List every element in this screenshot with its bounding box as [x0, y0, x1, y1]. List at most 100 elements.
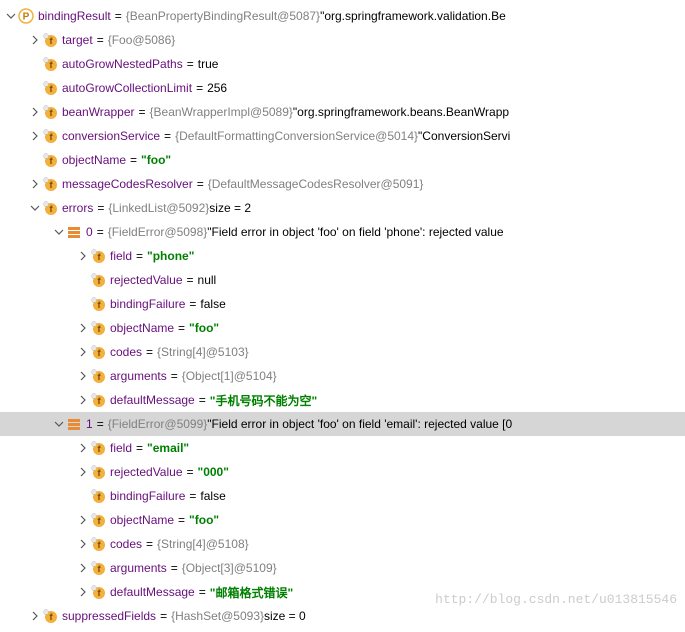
arrow-spacer	[28, 81, 42, 95]
equals-sign: =	[97, 225, 104, 239]
element-icon	[66, 224, 82, 240]
value: null	[198, 273, 217, 287]
equals-sign: =	[178, 513, 185, 527]
value: "Field error in object 'foo' on field 'e…	[207, 417, 512, 431]
tree-row[interactable]: f arguments = {Object[1]@5104}	[0, 364, 685, 388]
expand-arrow-icon[interactable]	[28, 177, 42, 191]
tree-row[interactable]: fbindingFailure= false	[0, 292, 685, 316]
tree-row[interactable]: fconversionService={DefaultFormattingCon…	[0, 124, 685, 148]
expand-arrow-icon[interactable]	[76, 369, 90, 383]
equals-sign: =	[130, 153, 137, 167]
tree-row[interactable]: 1={FieldError@5099} "Field error in obje…	[0, 412, 685, 436]
variable-name: field	[110, 249, 132, 263]
equals-sign: =	[196, 81, 203, 95]
indent-spacer	[0, 400, 76, 401]
tree-row[interactable]: farguments={Object[3]@5109}	[0, 556, 685, 580]
indent-spacer	[0, 616, 28, 617]
tree-row[interactable]: fbeanWrapper={BeanWrapperImpl@5089} "org…	[0, 100, 685, 124]
tree-row[interactable]: fobjectName= "foo"	[0, 316, 685, 340]
variable-name: errors	[62, 201, 93, 215]
type-info: {Foo@5086}	[108, 33, 176, 47]
equals-sign: =	[187, 273, 194, 287]
tree-row[interactable]: fsuppressedFields={HashSet@5093} size = …	[0, 604, 685, 628]
tree-row[interactable]: fmessageCodesResolver={DefaultMessageCod…	[0, 172, 685, 196]
expand-arrow-icon[interactable]	[76, 513, 90, 527]
field-icon: f	[42, 128, 58, 144]
tree-row[interactable]: ferrors={LinkedList@5092} size = 2	[0, 196, 685, 220]
expand-arrow-icon[interactable]	[76, 321, 90, 335]
variable-name: codes	[110, 537, 142, 551]
string-value: "email"	[147, 441, 189, 455]
tree-row[interactable]: ffield= "phone"	[0, 244, 685, 268]
tree-row[interactable]: fautoGrowNestedPaths= true	[0, 52, 685, 76]
expand-arrow-icon[interactable]	[76, 585, 90, 599]
variable-name: rejectedValue	[110, 273, 183, 287]
variable-name: defaultMessage	[110, 585, 195, 599]
tree-row[interactable]: fbindingFailure= false	[0, 484, 685, 508]
expand-arrow-icon[interactable]	[76, 561, 90, 575]
equals-sign: =	[164, 129, 171, 143]
variable-name: codes	[110, 345, 142, 359]
tree-row[interactable]: frejectedValue= null	[0, 268, 685, 292]
tree-row[interactable]: fdefaultMessage= "邮箱格式错误"	[0, 580, 685, 604]
tree-row[interactable]: fdefaultMessage= "手机号码不能为空"	[0, 388, 685, 412]
collapse-arrow-icon[interactable]	[52, 225, 66, 239]
tree-row[interactable]: fautoGrowCollectionLimit= 256	[0, 76, 685, 100]
collapse-arrow-icon[interactable]	[52, 417, 66, 431]
tree-row[interactable]: fobjectName= "foo"	[0, 148, 685, 172]
svg-text:P: P	[23, 12, 30, 23]
indent-spacer	[0, 136, 28, 137]
expand-arrow-icon[interactable]	[76, 537, 90, 551]
type-info: {BeanPropertyBindingResult@5087}	[126, 9, 320, 23]
field-icon: f	[42, 152, 58, 168]
field-icon: f	[90, 296, 106, 312]
value: "Field error in object 'foo' on field 'p…	[207, 225, 503, 239]
tree-row[interactable]: frejectedValue= "000"	[0, 460, 685, 484]
collapse-arrow-icon[interactable]	[4, 9, 18, 23]
tree-row[interactable]: fobjectName= "foo"	[0, 508, 685, 532]
type-info: {FieldError@5098}	[108, 225, 208, 239]
field-icon: f	[90, 560, 106, 576]
equals-sign: =	[146, 345, 153, 359]
expand-arrow-icon[interactable]	[76, 249, 90, 263]
field-icon: f	[90, 584, 106, 600]
variable-name: bindingFailure	[110, 489, 185, 503]
indent-spacer	[0, 520, 76, 521]
tree-row[interactable]: ftarget={Foo@5086}	[0, 28, 685, 52]
expand-arrow-icon[interactable]	[28, 129, 42, 143]
collapse-arrow-icon[interactable]	[28, 201, 42, 215]
equals-sign: =	[146, 537, 153, 551]
variable-name: objectName	[110, 513, 174, 527]
variable-name: autoGrowCollectionLimit	[62, 81, 192, 95]
tree-row[interactable]: 0={FieldError@5098} "Field error in obje…	[0, 220, 685, 244]
expand-arrow-icon[interactable]	[28, 105, 42, 119]
expand-arrow-icon[interactable]	[76, 345, 90, 359]
equals-sign: =	[197, 177, 204, 191]
field-icon: f	[42, 32, 58, 48]
type-info: {String[4]@5108}	[157, 537, 249, 551]
expand-arrow-icon[interactable]	[28, 33, 42, 47]
value: true	[198, 57, 219, 71]
variable-name: arguments	[110, 369, 167, 383]
tree-row[interactable]: fcodes={String[4]@5103}	[0, 340, 685, 364]
field-icon: f	[42, 200, 58, 216]
variable-name: bindingResult	[38, 9, 111, 23]
tree-row[interactable]: PbindingResult={BeanPropertyBindingResul…	[0, 4, 685, 28]
equals-sign: =	[171, 369, 178, 383]
string-value: "手机号码不能为空"	[210, 392, 317, 409]
field-icon: f	[90, 248, 106, 264]
indent-spacer	[0, 544, 76, 545]
type-info: {Object[1]@5104}	[182, 369, 277, 383]
tree-row[interactable]: fcodes={String[4]@5108}	[0, 532, 685, 556]
expand-arrow-icon[interactable]	[76, 393, 90, 407]
string-value: "foo"	[189, 321, 219, 335]
type-info: {DefaultMessageCodesResolver@5091}	[208, 177, 424, 191]
indent-spacer	[0, 376, 76, 377]
expand-arrow-icon[interactable]	[76, 465, 90, 479]
tree-row[interactable]: ffield= "email"	[0, 436, 685, 460]
field-icon: f	[90, 368, 106, 384]
expand-arrow-icon[interactable]	[28, 609, 42, 623]
arrow-spacer	[28, 153, 42, 167]
expand-arrow-icon[interactable]	[76, 441, 90, 455]
field-icon: f	[90, 464, 106, 480]
